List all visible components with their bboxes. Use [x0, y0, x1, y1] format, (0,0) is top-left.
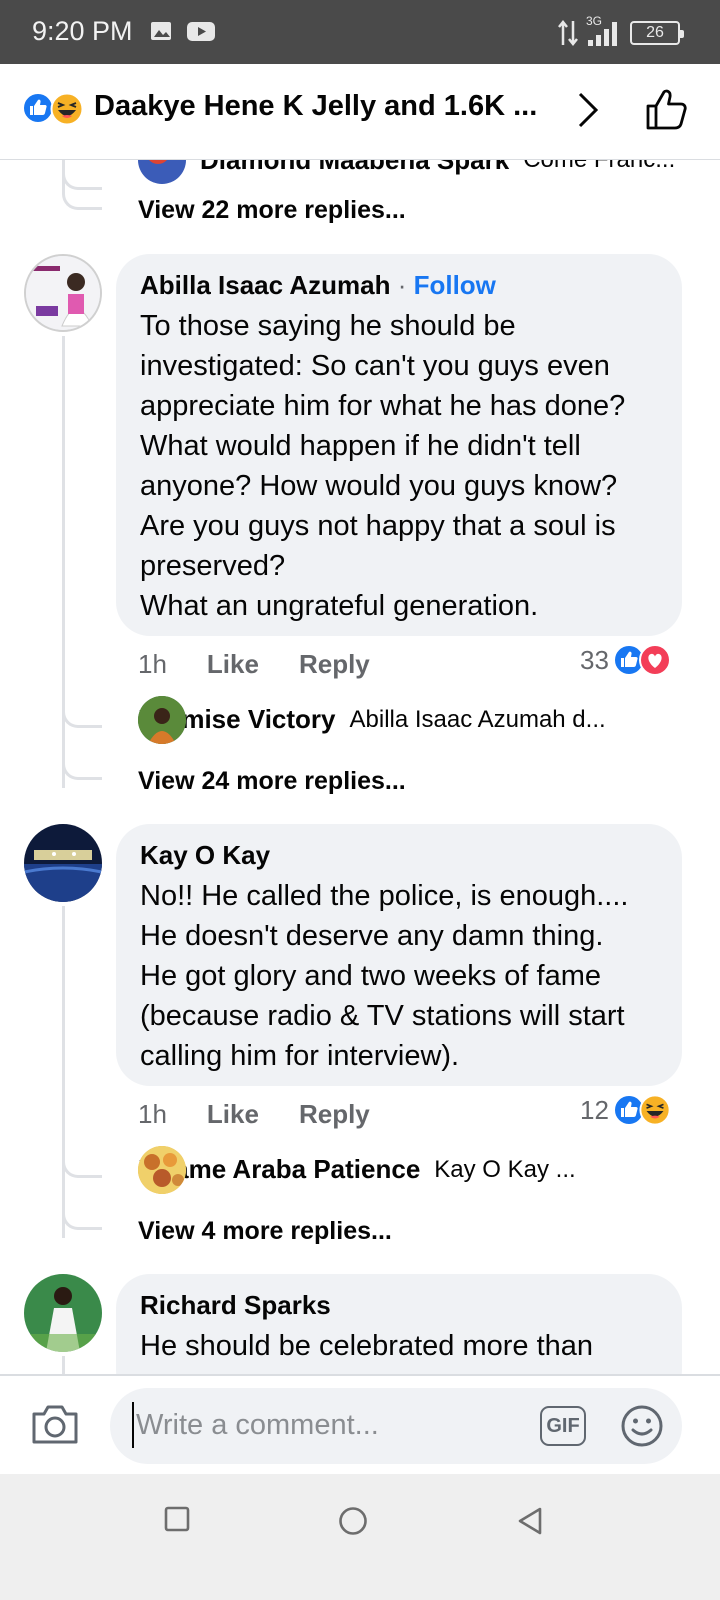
love-reaction-icon — [638, 644, 671, 676]
header-title: Daakye Hene K Jelly and 1.6K ... — [94, 90, 538, 122]
status-time: 9:20 PM — [32, 16, 133, 46]
home-icon[interactable] — [338, 1506, 368, 1536]
avatar[interactable] — [24, 254, 102, 332]
reply-preview[interactable]: Maame Araba Patience Kay O Kay ... — [138, 1145, 576, 1194]
reply-button[interactable]: Reply — [299, 1099, 370, 1130]
battery-level: 26 — [646, 24, 664, 41]
emoji-icon[interactable] — [620, 1404, 664, 1448]
comment-actions: 1h Like Reply — [138, 646, 370, 682]
comment-time: 1h — [138, 648, 167, 679]
status-bar: 9:20 PM 3G 26 — [0, 0, 720, 64]
comment-composer: GIF — [0, 1374, 720, 1474]
avatar[interactable] — [138, 695, 186, 744]
thread-connector — [62, 750, 102, 780]
view-more-replies[interactable]: View 4 more replies... — [138, 1217, 392, 1246]
recent-apps-icon[interactable] — [164, 1506, 190, 1532]
like-button[interactable]: Like — [207, 1099, 259, 1130]
back-icon[interactable] — [516, 1506, 544, 1536]
comment-input[interactable] — [132, 1402, 512, 1448]
reaction-count[interactable]: 33 — [580, 644, 671, 676]
signal-icon: 3G — [586, 14, 622, 48]
reply-button[interactable]: Reply — [299, 649, 370, 680]
data-transfer-icon — [558, 19, 578, 47]
comment-author[interactable]: Abilla Isaac Azumah — [140, 270, 390, 300]
thread-connector — [62, 1148, 102, 1178]
chevron-right-icon[interactable] — [576, 90, 600, 130]
battery-icon: 26 — [630, 21, 684, 45]
like-button[interactable]: Like — [207, 649, 259, 680]
reply-preview[interactable]: Promise Victory Abilla Isaac Azumah d... — [138, 695, 606, 744]
reactions-header[interactable]: Daakye Hene K Jelly and 1.6K ... — [0, 64, 720, 160]
reaction-count-number: 12 — [580, 1094, 609, 1125]
thread-line — [62, 906, 65, 1238]
profile-photo — [138, 695, 186, 744]
comment-text: To those saying he should be investigate… — [140, 310, 626, 622]
comment-author[interactable]: Richard Sparks — [140, 1288, 658, 1322]
like-outline-icon[interactable] — [644, 88, 688, 132]
comment-text: No!! He called the police, is enough....… — [140, 880, 629, 1072]
avatar[interactable] — [24, 1274, 102, 1352]
avatar[interactable] — [138, 1145, 186, 1194]
gif-button[interactable]: GIF — [540, 1406, 586, 1446]
reaction-count-number: 33 — [580, 644, 609, 675]
youtube-notification-icon — [187, 22, 215, 41]
camera-icon[interactable] — [30, 1402, 80, 1446]
haha-reaction-icon — [50, 92, 84, 126]
thread-connector — [62, 180, 102, 210]
reply-snippet: Abilla Isaac Azumah d... — [349, 705, 606, 733]
separator-dot: · — [397, 270, 407, 300]
comment-bubble[interactable]: Kay O Kay No!! He called the police, is … — [116, 824, 682, 1086]
reply-snippet: Kay O Kay ... — [434, 1155, 576, 1183]
profile-photo — [24, 1274, 102, 1352]
gallery-notification-icon — [151, 22, 171, 40]
thread-connector — [62, 1200, 102, 1230]
profile-photo — [26, 256, 100, 330]
header-reactions — [22, 92, 88, 126]
avatar[interactable] — [24, 824, 102, 902]
follow-button[interactable]: Follow — [414, 270, 496, 300]
profile-photo — [138, 1145, 186, 1194]
profile-photo — [24, 824, 102, 902]
comment-time: 1h — [138, 1098, 167, 1129]
comments-sheet: Daakye Hene K Jelly and 1.6K ... Diamond… — [0, 64, 720, 1494]
view-more-replies[interactable]: View 22 more replies... — [138, 196, 406, 225]
thread-line — [62, 1356, 65, 1376]
view-more-replies[interactable]: View 24 more replies... — [138, 767, 406, 796]
comment-bubble[interactable]: Abilla Isaac Azumah · Follow To those sa… — [116, 254, 682, 636]
navigation-bar — [0, 1474, 720, 1600]
comment-author[interactable]: Kay O Kay — [140, 838, 658, 872]
comment-input-box[interactable]: GIF — [110, 1388, 682, 1464]
reaction-count[interactable]: 12 — [580, 1094, 671, 1126]
comment-actions: 1h Like Reply — [138, 1096, 370, 1132]
comment-text: He should be celebrated more than — [140, 1330, 594, 1362]
haha-reaction-icon — [639, 1094, 671, 1126]
thread-connector — [62, 698, 102, 728]
